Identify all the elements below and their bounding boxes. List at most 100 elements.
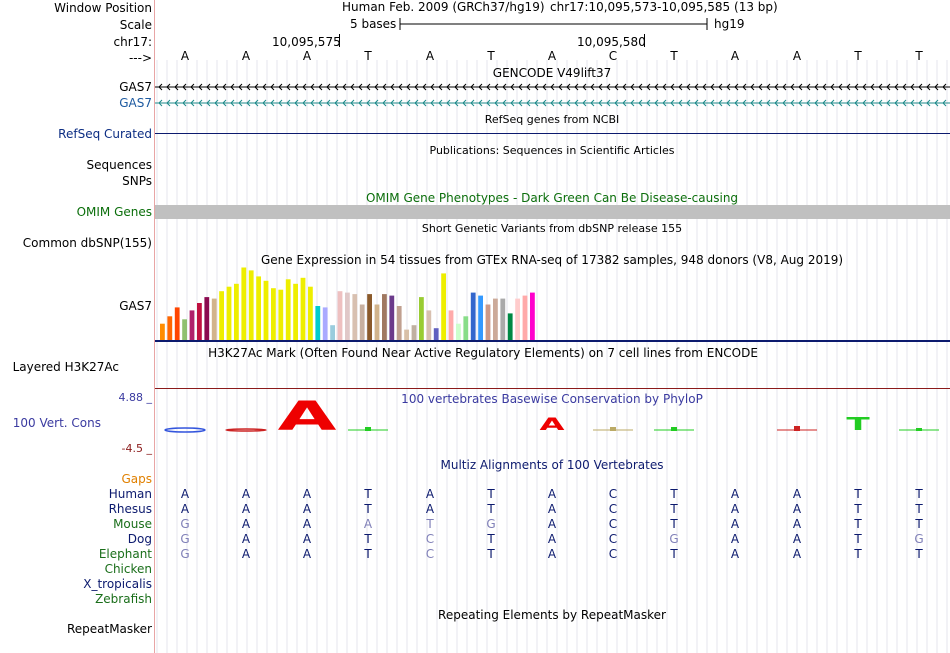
genome-browser-image[interactable]: Window Position Scale chr17: ---> GAS7 G… bbox=[0, 0, 950, 653]
conservation-negative-glyph bbox=[164, 427, 206, 433]
gtex-tissue-bar bbox=[478, 295, 483, 340]
species-label[interactable]: Mouse bbox=[113, 517, 152, 531]
alignment-base: T bbox=[915, 517, 923, 531]
alignment-base: A bbox=[547, 547, 557, 561]
alignment-base: A bbox=[180, 502, 190, 516]
omim-track-label[interactable]: OMIM Genes bbox=[77, 205, 152, 219]
alignment-base: C bbox=[608, 487, 618, 501]
h3k27ac-track-title: H3K27Ac Mark (Often Found Near Active Re… bbox=[208, 346, 758, 360]
gtex-tissue-bar bbox=[507, 313, 513, 340]
gtex-tissue-bar bbox=[530, 292, 535, 340]
conservation-bar bbox=[610, 427, 616, 431]
gtex-tissue-bar bbox=[426, 310, 432, 340]
alignment-base: T bbox=[854, 547, 862, 561]
conservation-negative-glyph bbox=[225, 428, 267, 432]
gtex-tissue-bar bbox=[367, 294, 372, 340]
gtex-tissue-bar bbox=[300, 277, 306, 340]
conservation-logo-plot[interactable]: AAT bbox=[155, 400, 950, 450]
snps-track-label[interactable]: SNPs bbox=[122, 174, 152, 188]
species-label[interactable]: Chicken bbox=[105, 562, 152, 576]
gtex-tissue-bar bbox=[174, 307, 180, 340]
refseq-gene-line[interactable] bbox=[155, 133, 950, 134]
alignment-base: A bbox=[547, 487, 557, 501]
alignment-base: T bbox=[364, 547, 372, 561]
alignment-base: C bbox=[608, 502, 618, 516]
alignment-base: A bbox=[241, 532, 251, 546]
conservation-track-label[interactable]: 100 Vert. Cons bbox=[13, 416, 101, 430]
gtex-tissue-bar bbox=[226, 286, 232, 340]
alignment-base: G bbox=[486, 517, 496, 531]
reference-base: T bbox=[915, 49, 923, 63]
gtex-tissue-bar bbox=[234, 283, 239, 340]
alignment-base: T bbox=[854, 517, 862, 531]
coord-tick-2 bbox=[644, 34, 645, 47]
gtex-track-label[interactable]: GAS7 bbox=[119, 299, 152, 313]
alignment-base: A bbox=[425, 487, 435, 501]
gtex-tissue-bar bbox=[315, 306, 321, 340]
h3k27ac-baseline bbox=[155, 388, 950, 389]
gtex-tissue-bar bbox=[456, 323, 461, 340]
gtex-tissue-bar bbox=[352, 294, 358, 340]
gtex-tissue-bar bbox=[211, 298, 217, 340]
species-label[interactable]: Dog bbox=[128, 532, 152, 546]
h3k27ac-track-label[interactable]: Layered H3K27Ac bbox=[13, 360, 119, 374]
alignment-base: C bbox=[608, 517, 618, 531]
omim-gene-bar[interactable] bbox=[155, 205, 950, 219]
track-image-area[interactable]: Human Feb. 2009 (GRCh37/hg19) chr17:10,0… bbox=[155, 0, 950, 653]
repeatmasker-track-label[interactable]: RepeatMasker bbox=[67, 622, 152, 636]
species-label[interactable]: Zebrafish bbox=[95, 592, 152, 606]
reference-base: T bbox=[364, 49, 372, 63]
gtex-tissue-bar bbox=[167, 316, 173, 340]
reference-base: A bbox=[547, 49, 557, 63]
gtex-tissue-bar bbox=[419, 297, 424, 340]
gencode-gene-label-2[interactable]: GAS7 bbox=[119, 96, 152, 110]
gtex-tissue-bar bbox=[522, 295, 528, 340]
alignment-base: A bbox=[302, 547, 312, 561]
gtex-tissue-bar bbox=[322, 307, 328, 340]
conservation-logo-glyph: A bbox=[278, 400, 337, 440]
gencode-gene-label-1[interactable]: GAS7 bbox=[119, 80, 152, 94]
gtex-tissue-bar bbox=[411, 325, 417, 340]
gtex-tissue-bar bbox=[204, 297, 210, 340]
gtex-tissue-bar bbox=[470, 292, 476, 340]
alignment-base: T bbox=[364, 502, 372, 516]
gtex-tissue-bar bbox=[189, 310, 195, 340]
species-label[interactable]: Human bbox=[109, 487, 152, 501]
reference-base: T bbox=[854, 49, 862, 63]
gtex-tissue-bar bbox=[219, 291, 224, 340]
refseq-track-label[interactable]: RefSeq Curated bbox=[58, 127, 152, 141]
conservation-bar bbox=[916, 428, 922, 431]
conservation-max-label: 4.88 _ bbox=[118, 391, 153, 404]
gtex-tissue-bar bbox=[382, 294, 387, 340]
alignment-base: T bbox=[915, 487, 923, 501]
gtex-tissue-bar bbox=[345, 292, 350, 340]
species-label[interactable]: Elephant bbox=[99, 547, 152, 561]
track-label-column: Window Position Scale chr17: ---> GAS7 G… bbox=[0, 0, 155, 653]
gaps-track-label[interactable]: Gaps bbox=[121, 472, 152, 486]
gtex-tissue-bar bbox=[263, 280, 269, 340]
alignment-base: A bbox=[302, 487, 312, 501]
conservation-bar bbox=[794, 426, 800, 431]
alignment-base: A bbox=[730, 487, 740, 501]
gtex-tissue-bar bbox=[337, 291, 343, 340]
species-label[interactable]: Rhesus bbox=[109, 502, 152, 516]
conservation-bar bbox=[671, 427, 677, 431]
dbsnp-track-label[interactable]: Common dbSNP(155) bbox=[23, 236, 152, 250]
conservation-logo-glyph: T bbox=[846, 414, 870, 434]
gtex-expression-chart[interactable] bbox=[155, 266, 950, 344]
gencode-gene-models[interactable] bbox=[155, 80, 950, 110]
gtex-tissue-bar bbox=[441, 273, 446, 340]
alignment-base: A bbox=[792, 487, 802, 501]
alignment-base: C bbox=[425, 532, 435, 546]
alignment-base: T bbox=[426, 517, 434, 531]
gtex-tissue-bar bbox=[182, 319, 187, 340]
gtex-tissue-bar bbox=[241, 267, 247, 340]
gtex-tissue-bar bbox=[515, 298, 520, 340]
publications-track-label[interactable]: Sequences bbox=[87, 158, 152, 172]
alignment-base: A bbox=[363, 517, 373, 531]
conservation-min-label: -4.5 _ bbox=[121, 442, 152, 455]
reference-base: A bbox=[425, 49, 435, 63]
gtex-tissue-bar bbox=[396, 306, 402, 340]
species-label[interactable]: X_tropicalis bbox=[83, 577, 152, 591]
gtex-tissue-bar bbox=[359, 304, 365, 340]
